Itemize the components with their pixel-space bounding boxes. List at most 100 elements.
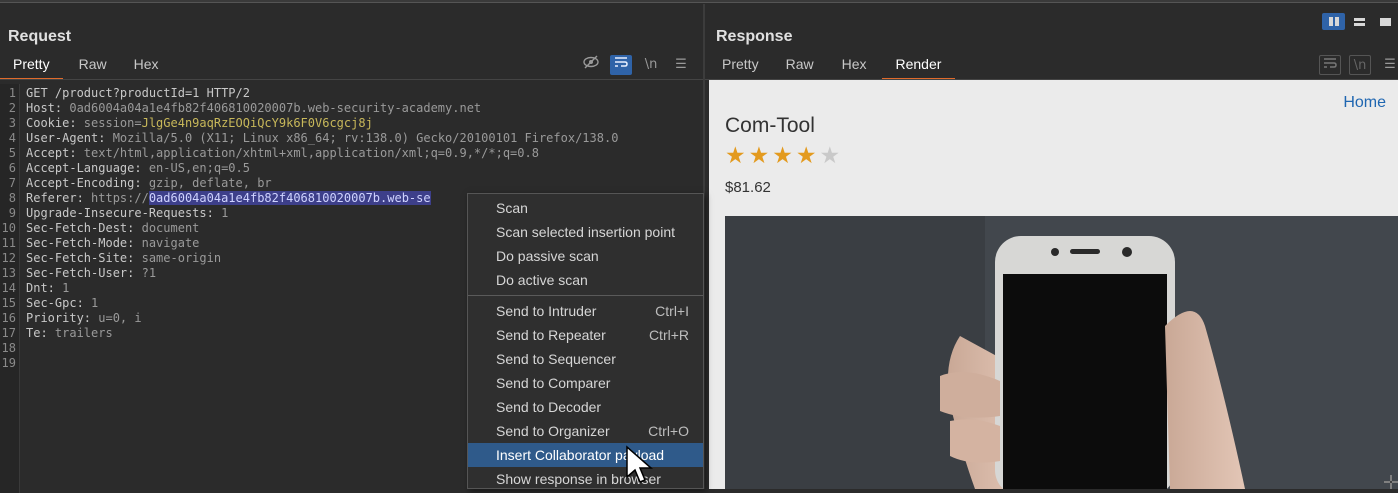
menu-item-scan[interactable]: Scan <box>468 196 703 220</box>
line-number: 8 <box>8 191 16 205</box>
menu-item-shortcut: Ctrl+I <box>655 303 689 319</box>
home-link[interactable]: Home <box>1343 94 1386 112</box>
menu-item-send-to-decoder[interactable]: Send to Decoder <box>468 395 703 419</box>
menu-item-label: Do passive scan <box>496 248 599 264</box>
window-top-bar <box>0 0 1398 3</box>
menu-item-do-passive-scan[interactable]: Do passive scan <box>468 244 703 268</box>
request-title: Request <box>8 28 72 45</box>
line-number: 19 <box>1 356 16 370</box>
request-line: Accept-Encoding: gzip, deflate, br <box>26 176 272 190</box>
request-line: Sec-Gpc: 1 <box>26 296 99 310</box>
mouse-cursor-icon <box>626 445 653 483</box>
wrap-icon[interactable] <box>610 55 632 75</box>
line-number: 10 <box>1 221 16 235</box>
star-filled-icon: ★ <box>795 143 817 169</box>
menu-icon[interactable]: ☰ <box>1379 55 1398 75</box>
line-number: 2 <box>8 101 16 115</box>
line-number: 3 <box>8 116 16 130</box>
rendered-response: Home Com-Tool ★ ★ ★ ★ ★ $81.62 <box>709 80 1398 489</box>
request-line: Dnt: 1 <box>26 281 70 295</box>
menu-item-show-response-in-browser[interactable]: Show response in browser <box>468 467 703 491</box>
rating-stars: ★ ★ ★ ★ ★ <box>725 144 840 168</box>
menu-item-label: Send to Organizer <box>496 423 610 439</box>
product-title: Com-Tool <box>725 114 815 137</box>
line-number: 4 <box>8 131 16 145</box>
menu-item-send-to-organizer[interactable]: Send to Organizer Ctrl+O <box>468 419 703 443</box>
response-tabs: Pretty Raw Hex Render <box>709 54 956 80</box>
line-number: 17 <box>1 326 16 340</box>
request-tabs: Pretty Raw Hex <box>0 54 172 80</box>
star-filled-icon: ★ <box>772 143 793 169</box>
request-line: Upgrade-Insecure-Requests: 1 <box>26 206 229 220</box>
product-image <box>725 216 1398 489</box>
menu-item-label: Send to Decoder <box>496 399 602 415</box>
menu-icon[interactable]: ☰ <box>670 55 692 75</box>
menu-item-do-active-scan[interactable]: Do active scan <box>468 268 703 292</box>
menu-item-send-to-intruder[interactable]: Send to Intruder Ctrl+I <box>468 299 703 323</box>
request-line: Referer: https://0ad6004a04a1e4fb82f4068… <box>26 191 431 205</box>
menu-item-shortcut: Ctrl+R <box>648 327 689 343</box>
star-filled-icon: ★ <box>725 143 746 169</box>
menu-item-send-to-repeater[interactable]: Send to Repeater Ctrl+R <box>468 323 703 347</box>
star-filled-icon: ★ <box>748 143 770 169</box>
line-number: 16 <box>1 311 16 325</box>
line-number: 13 <box>1 266 16 280</box>
menu-item-label: Send to Sequencer <box>496 351 616 367</box>
line-number: 14 <box>1 281 16 295</box>
request-line: Accept-Language: en-US,en;q=0.5 <box>26 161 250 175</box>
newline-icon[interactable]: \n <box>640 55 662 75</box>
menu-item-label: Send to Intruder <box>496 303 597 319</box>
menu-item-label: Send to Repeater <box>496 327 606 343</box>
eye-off-icon[interactable] <box>580 55 602 75</box>
menu-item-label: Scan <box>496 200 528 216</box>
line-number: 11 <box>1 236 16 250</box>
resize-cursor-icon <box>1384 475 1398 489</box>
menu-item-label: Do active scan <box>496 272 588 288</box>
request-line: Host: 0ad6004a04a1e4fb82f406810020007b.w… <box>26 101 482 115</box>
menu-item-send-to-comparer[interactable]: Send to Comparer <box>468 371 703 395</box>
split-horizontal-icon[interactable] <box>1322 13 1345 30</box>
menu-separator <box>468 295 703 296</box>
request-line: GET /product?productId=1 HTTP/2 <box>26 86 250 100</box>
menu-item-scan-selected-insertion-point[interactable]: Scan selected insertion point <box>468 220 703 244</box>
single-pane-icon[interactable] <box>1374 13 1397 30</box>
response-title: Response <box>716 28 793 45</box>
tab-raw[interactable]: Raw <box>63 54 121 80</box>
line-number: 9 <box>8 206 16 220</box>
tab-hex[interactable]: Hex <box>121 54 172 80</box>
tab-hex[interactable]: Hex <box>828 54 881 80</box>
line-number: 1 <box>8 86 16 100</box>
tab-pretty[interactable]: Pretty <box>0 54 63 80</box>
request-line: Te: trailers <box>26 326 113 340</box>
wrap-icon[interactable] <box>1319 55 1341 75</box>
request-line: Priority: u=0, i <box>26 311 142 325</box>
tab-raw[interactable]: Raw <box>772 54 828 80</box>
context-menu: Scan Scan selected insertion point Do pass… <box>467 193 704 489</box>
line-number: 12 <box>1 251 16 265</box>
menu-item-shortcut: Ctrl+O <box>648 423 689 439</box>
split-vertical-icon[interactable] <box>1348 13 1371 30</box>
line-number: 18 <box>1 341 16 355</box>
menu-item-insert-collaborator-payload[interactable]: Insert Collaborator payload <box>468 443 703 467</box>
request-line: Cookie: session=JlgGe4n9aqRzEOQiQcY9k6F0… <box>26 116 373 130</box>
tab-underline <box>0 79 703 80</box>
menu-item-send-to-sequencer[interactable]: Send to Sequencer <box>468 347 703 371</box>
tab-pretty[interactable]: Pretty <box>709 54 772 80</box>
product-price: $81.62 <box>725 179 771 196</box>
layout-buttons <box>1322 13 1397 30</box>
line-number: 5 <box>8 146 16 160</box>
menu-item-label: Send to Comparer <box>496 375 611 391</box>
response-pane: Response Pretty Raw Hex Render \n ☰ Home… <box>705 4 1398 489</box>
request-line: Sec-Fetch-Dest: document <box>26 221 200 235</box>
request-line: Accept: text/html,application/xhtml+xml,… <box>26 146 539 160</box>
tab-render[interactable]: Render <box>881 54 956 80</box>
request-line: Sec-Fetch-User: ?1 <box>26 266 157 280</box>
request-line: Sec-Fetch-Mode: navigate <box>26 236 200 250</box>
newline-icon[interactable]: \n <box>1349 55 1371 75</box>
request-line: User-Agent: Mozilla/5.0 (X11; Linux x86_… <box>26 131 619 145</box>
selected-text: 0ad6004a04a1e4fb82f406810020007b.web-se <box>148 191 431 205</box>
menu-item-label: Scan selected insertion point <box>496 224 675 240</box>
line-number: 6 <box>8 161 16 175</box>
request-line: Sec-Fetch-Site: same-origin <box>26 251 222 265</box>
line-number: 7 <box>8 176 16 190</box>
